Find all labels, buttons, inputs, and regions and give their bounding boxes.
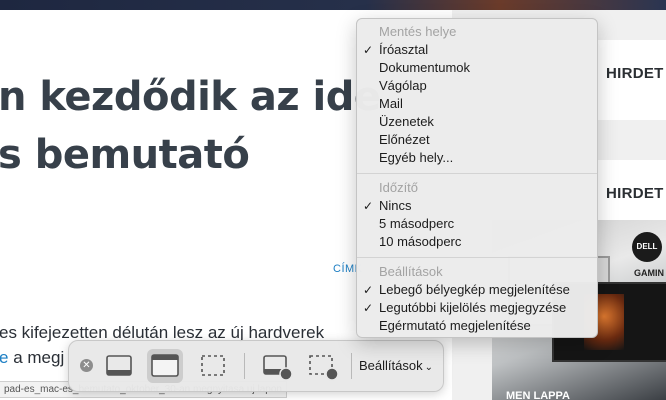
close-icon[interactable]: ✕ bbox=[80, 359, 93, 372]
top-banner-strip bbox=[0, 0, 666, 10]
menu-item-remember-selection[interactable]: Legutóbbi kijelölés megjegyzése bbox=[379, 299, 566, 317]
ad-heading-2: HIRDET bbox=[606, 185, 664, 202]
menu-header-save-location: Mentés helye bbox=[379, 24, 457, 39]
capture-entire-screen-button[interactable] bbox=[101, 349, 137, 383]
menu-item-show-mouse-pointer[interactable]: Egérmutató megjelenítése bbox=[379, 317, 531, 335]
menu-separator-2 bbox=[357, 257, 597, 258]
dell-logo: DELL bbox=[632, 232, 662, 262]
options-button[interactable]: Beállítások ⌄ bbox=[359, 351, 443, 381]
record-selected-portion-button[interactable] bbox=[305, 349, 341, 383]
menu-separator-1 bbox=[357, 173, 597, 174]
toolbar-divider-2 bbox=[351, 353, 352, 379]
selection-icon bbox=[201, 355, 225, 376]
menu-item-mail[interactable]: Mail bbox=[379, 95, 403, 113]
checkmark-icon: ✓ bbox=[363, 199, 374, 213]
menu-item-timer-10s[interactable]: 10 másodperc bbox=[379, 233, 461, 251]
screenshot-toolbar: ✕ Beállítások ⌄ bbox=[68, 340, 444, 392]
entire-screen-icon bbox=[106, 355, 132, 376]
capture-selected-portion-button[interactable] bbox=[195, 349, 231, 383]
menu-item-other-location[interactable]: Egyéb hely... bbox=[379, 149, 453, 167]
body-text-line-2: e a megj bbox=[0, 348, 64, 368]
record-screen-icon bbox=[263, 355, 293, 381]
menu-item-desktop[interactable]: Íróasztal bbox=[379, 41, 428, 59]
menu-item-timer-none[interactable]: Nincs bbox=[379, 197, 412, 215]
options-button-label: Beállítások bbox=[359, 358, 423, 373]
menu-item-timer-5s[interactable]: 5 másodperc bbox=[379, 215, 454, 233]
menu-item-preview[interactable]: Előnézet bbox=[379, 131, 430, 149]
toolbar-divider-1 bbox=[244, 353, 245, 379]
menu-item-clipboard[interactable]: Vágólap bbox=[379, 77, 427, 95]
checkmark-icon: ✓ bbox=[363, 301, 374, 315]
ad-bottom-text: MEN LAPPA bbox=[506, 390, 570, 400]
menu-header-timer: Időzítő bbox=[379, 180, 419, 195]
menu-header-options: Beállítások bbox=[379, 264, 443, 279]
record-entire-screen-button[interactable] bbox=[259, 349, 295, 383]
menu-item-messages[interactable]: Üzenetek bbox=[379, 113, 434, 131]
ad-heading-1: HIRDET bbox=[606, 65, 664, 82]
checkmark-icon: ✓ bbox=[363, 283, 374, 297]
checkmark-icon: ✓ bbox=[363, 43, 374, 57]
menu-item-documents[interactable]: Dokumentumok bbox=[379, 59, 470, 77]
options-menu: Mentés helye ✓ Íróasztal Dokumentumok Vá… bbox=[356, 18, 598, 338]
chevron-down-icon: ⌄ bbox=[424, 362, 433, 373]
record-selection-icon bbox=[309, 355, 339, 381]
body-text-line-2-rest: a megj bbox=[8, 348, 65, 367]
capture-selected-window-button[interactable] bbox=[147, 349, 183, 383]
menu-item-floating-thumbnail[interactable]: Lebegő bélyegkép megjelenítése bbox=[379, 281, 570, 299]
window-icon bbox=[151, 354, 179, 377]
ad-gaming-label: GAMIN bbox=[634, 268, 664, 278]
